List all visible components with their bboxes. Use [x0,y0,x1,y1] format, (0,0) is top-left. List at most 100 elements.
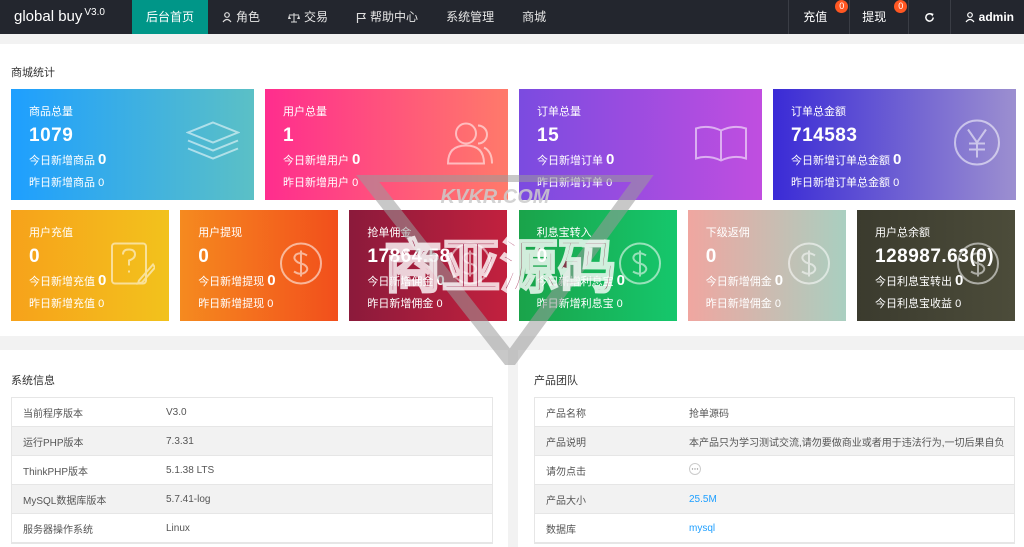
nav-label: 帮助中心 [370,10,419,24]
nav-item-home[interactable]: 后台首页 [132,0,209,34]
stat-yesterday-value: 0 [436,298,443,310]
table-row: 当前程序版本 V3.0 [12,398,492,427]
stat-yesterday-value: 0 [955,298,962,310]
stat-card: 用户总余额 128987.63(0) 今日利息宝转出 0 今日利息宝收益 0 [857,210,1015,321]
info-key: 当前程序版本 [23,408,83,420]
stat-yesterday-label: 昨日新增佣金 [705,298,772,310]
sysinfo-title: 系统信息 [11,375,55,387]
stat-yesterday-value: 0 [606,177,613,189]
dollar-icon [955,240,1001,291]
stat-yesterday: 昨日新增商品 0 [29,174,236,190]
info-value: 7.3.31 [166,435,194,447]
stat-yesterday-label: 昨日新增提现 [198,298,265,310]
layers-icon [185,120,241,169]
stat-yesterday-label: 昨日新增订单 [537,177,603,189]
stat-today-label: 今日新增订单 [537,155,603,167]
recharge-button[interactable]: 充值 0 [788,0,849,34]
stat-card: 订单总量 15 今日新增订单 0 昨日新增订单 0 [519,89,762,200]
stat-today-label: 今日新增用户 [283,155,349,167]
stat-yesterday: 昨日新增佣金 0 [706,295,828,311]
stat-today-value: 0 [98,151,107,168]
nav-label: 系统管理 [446,10,495,24]
stat-today-label: 今日利息宝转出 [875,276,952,288]
stat-label: 用户总余额 [875,227,930,239]
nav-item-mall[interactable]: 商城 [508,0,560,34]
stat-yesterday-value: 0 [616,298,623,310]
info-key: MySQL数据库版本 [23,495,107,507]
info-value[interactable]: mysql [681,523,1014,534]
yen-icon [952,117,1002,172]
scale-icon [288,12,301,22]
info-value: Linux [166,522,190,534]
nav-item-trade[interactable]: 交易 [274,0,342,34]
team-table: 产品名称 抢单源码 产品说明 本产品只为学习测试交流,请勿要做商业或者用于违法行为,一… [534,397,1015,544]
withdraw-button[interactable]: 提现 0 [849,0,908,34]
right-nav: 充值 0 提现 0 admin [788,0,1024,34]
stats-title: 商城统计 [11,67,55,79]
stat-yesterday-value: 0 [98,298,105,310]
stat-label: 商品总量 [29,106,73,118]
nav-item-roles[interactable]: 角色 [208,0,274,34]
brand-version: V3.0 [84,7,105,18]
stat-today-value: 0 [98,272,107,289]
stat-label: 用户充值 [29,227,73,239]
brand-name: global buy [14,8,83,25]
brand-logo[interactable]: global buy V3.0 [14,7,105,25]
stat-today-value: 0 [774,272,784,289]
info-key: 请勿点击 [546,466,586,478]
info-key: 产品说明 [546,437,586,449]
more-icon [689,462,701,475]
flag-icon [356,12,367,23]
stat-yesterday: 昨日新增提现 0 [198,295,320,311]
table-row: ThinkPHP版本 5.1.38 LTS [12,456,492,485]
info-key: 运行PHP版本 [23,437,84,449]
stat-today-value: 0 [352,151,361,168]
users-icon [444,119,494,170]
stat-card: 抢单佣金 17864.58 今日新增佣金 0 昨日新增佣金 0 [349,210,508,321]
table-row: MySQL数据库版本 5.7.41-log [12,485,492,514]
sysinfo-table: 当前程序版本 V3.0 运行PHP版本 7.3.31 ThinkPHP版本 5.1.38 … [11,397,493,544]
stat-card: 用户总量 1 今日新增用户 0 昨日新增用户 0 [265,89,508,200]
nav-label: 角色 [236,10,261,24]
stat-yesterday: 昨日新增订单 0 [537,174,744,190]
stat-today-value: 0 [893,151,902,168]
info-key: 数据库 [546,524,576,536]
stat-label: 下级返佣 [705,227,750,239]
nav-item-help[interactable]: 帮助中心 [342,0,432,34]
stat-today-label: 今日新增充值 [29,276,95,288]
team-title: 产品团队 [534,375,578,387]
withdraw-label: 提现 [862,10,887,24]
stat-label: 订单总量 [537,106,581,118]
info-value: V3.0 [166,406,187,418]
username: admin [978,10,1014,24]
stat-card: 商品总量 1079 今日新增商品 0 昨日新增商品 0 [11,89,254,200]
stat-yesterday-value: 0 [352,177,359,189]
user-menu[interactable]: admin [950,0,1024,34]
stat-yesterday-label: 昨日新增充值 [29,298,95,310]
top-navbar: global buy V3.0 后台首页 角色 交易 帮助中心 系统管理 商城 充… [0,0,1024,34]
stat-yesterday: 昨日新增充值 0 [29,295,151,311]
book-icon [694,122,748,167]
stat-card: 利息宝转入 0 今日新增利息宝 0 昨日新增利息宝 0 [518,210,677,321]
stat-yesterday: 今日利息宝收益 0 [875,295,997,311]
table-row: 产品说明 本产品只为学习测试交流,请勿要做商业或者用于违法行为,一切后果自负 [535,427,1014,456]
stat-yesterday-value: 0 [98,177,105,189]
refresh-button[interactable] [908,0,950,34]
edit-icon [109,240,157,291]
stat-yesterday-value: 0 [774,298,781,310]
nav-label: 后台首页 [146,10,195,24]
info-key: 服务器操作系统 [23,524,93,536]
dollar-icon [447,240,493,291]
dollar-icon [278,240,324,291]
stat-card: 下级返佣 0 今日新增佣金 0 昨日新增佣金 0 [687,210,846,321]
info-value[interactable]: 25.5M [681,494,1014,505]
stat-yesterday: 昨日新增用户 0 [283,174,490,190]
team-panel: 产品团队 产品名称 抢单源码 产品说明 本产品只为学习测试交流,请勿要做商业或者用于违… [518,350,1024,547]
stat-yesterday: 昨日新增利息宝 0 [537,295,659,311]
user-icon [965,12,975,23]
info-value[interactable] [681,462,1014,478]
info-value: 抢单源码 [689,408,729,420]
table-row: 产品名称 抢单源码 [535,398,1014,427]
user-icon [222,11,232,22]
nav-item-system[interactable]: 系统管理 [432,0,508,34]
